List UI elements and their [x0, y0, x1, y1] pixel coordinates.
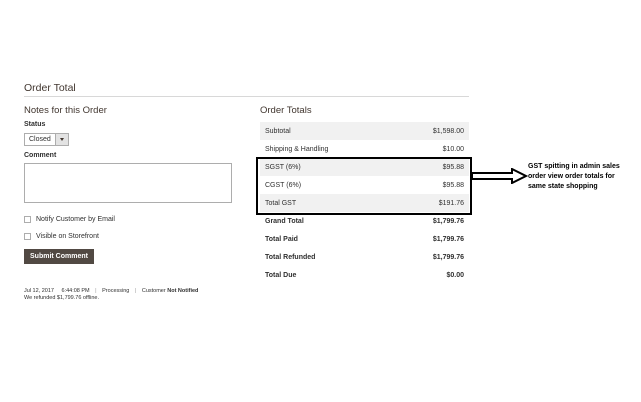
history-status: Processing [102, 288, 130, 294]
totals-row-value: $1,598.00 [432, 127, 464, 135]
history-customer-label: Customer [141, 288, 166, 294]
totals-row-label: Subtotal [265, 127, 291, 135]
totals-row-label: Grand Total [265, 217, 304, 225]
status-label: Status [24, 121, 46, 128]
visible-storefront-checkbox[interactable] [24, 233, 31, 240]
section-title: Order Total [24, 82, 76, 94]
annotation-line: GST spitting in admin sales [528, 163, 620, 170]
history-message: We refunded $1,799.76 offline. [24, 295, 100, 301]
comment-textarea[interactable] [24, 163, 232, 203]
annotation-line: same state shopping [528, 183, 598, 190]
totals-row: Total Refunded $1,799.76 [260, 248, 469, 266]
totals-row: Subtotal $1,598.00 [260, 122, 469, 140]
totals-row: Total Due $0.00 [260, 266, 469, 284]
totals-row-label: Total Refunded [265, 253, 316, 261]
notify-customer-checkbox[interactable] [24, 216, 31, 223]
history-date: Jul 12, 2017 [24, 288, 54, 294]
history-separator: | [95, 288, 97, 294]
totals-row-value: $1,799.76 [432, 217, 464, 225]
status-select-value: Closed [29, 136, 51, 143]
totals-row: Total Paid $1,799.76 [260, 230, 469, 248]
notify-customer-label: Notify Customer by Email [36, 216, 115, 223]
order-totals-title: Order Totals [260, 105, 312, 116]
status-select[interactable]: Closed [24, 133, 69, 146]
totals-row: Shipping & Handling $10.00 [260, 140, 469, 158]
annotation-text: GST spitting in admin sales order view or… [528, 162, 638, 192]
totals-row-label: Shipping & Handling [265, 145, 329, 153]
totals-row-label: Total Paid [265, 235, 298, 243]
comment-history-entry: Jul 12, 2017 6:44:08 PM | Processing | C… [24, 288, 198, 302]
annotation-line: order view order totals for [528, 173, 615, 180]
comment-label: Comment [24, 152, 57, 159]
history-time: 6:44:08 PM [61, 288, 90, 294]
totals-row-value: $0.00 [446, 271, 464, 279]
history-separator: | [134, 288, 137, 294]
submit-comment-button[interactable]: Submit Comment [24, 249, 94, 264]
gst-highlight-box [256, 157, 472, 215]
arrow-right-icon [471, 168, 528, 184]
section-divider [24, 96, 469, 97]
visible-storefront-label: Visible on Storefront [36, 233, 99, 240]
chevron-down-icon[interactable] [55, 134, 68, 145]
totals-row-value: $10.00 [442, 145, 464, 153]
notes-title: Notes for this Order [24, 105, 107, 116]
totals-row-value: $1,799.76 [432, 235, 464, 243]
totals-row-value: $1,799.76 [432, 253, 464, 261]
history-customer-value: Not Notified [167, 288, 199, 294]
totals-row-label: Total Due [265, 271, 297, 279]
